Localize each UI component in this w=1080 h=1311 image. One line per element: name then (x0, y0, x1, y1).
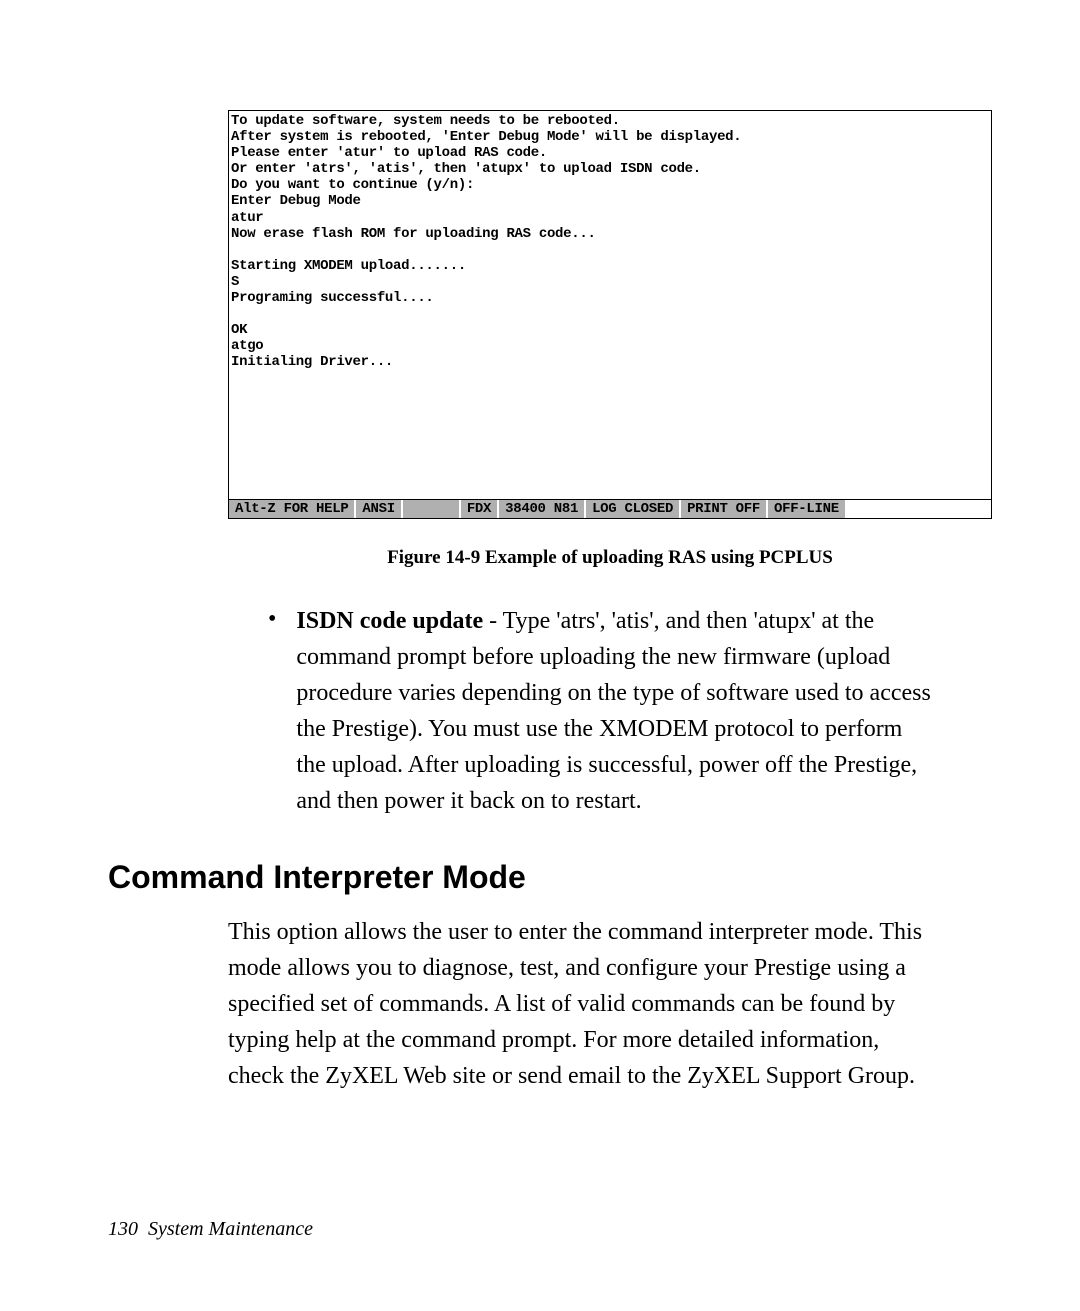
bullet-title: ISDN code update (296, 608, 483, 634)
terminal-output: To update software, system needs to be r… (229, 111, 991, 499)
body-paragraph: This option allows the user to enter the… (228, 914, 932, 1094)
bullet-item: • ISDN code update - Type 'atrs', 'atis'… (268, 603, 932, 819)
status-baud: 38400 N81 (499, 500, 586, 518)
figure-caption: Figure 14-9 Example of uploading RAS usi… (228, 547, 992, 569)
page-footer: 130 System Maintenance (108, 1218, 313, 1241)
terminal-window: To update software, system needs to be r… (228, 110, 992, 519)
bullet-dot-icon: • (268, 603, 276, 819)
footer-title: System Maintenance (148, 1218, 313, 1240)
terminal-status-bar: Alt-Z FOR HELP ANSI FDX 38400 N81 LOG CL… (229, 499, 991, 518)
section-heading: Command Interpreter Mode (108, 859, 992, 896)
status-fdx: FDX (461, 500, 499, 518)
bullet-body: - Type 'atrs', 'atis', and then 'atupx' … (296, 608, 930, 814)
bullet-text: ISDN code update - Type 'atrs', 'atis', … (296, 603, 932, 819)
status-print: PRINT OFF (681, 500, 768, 518)
page-number: 130 (108, 1218, 138, 1240)
status-ansi: ANSI (356, 500, 402, 518)
status-help: Alt-Z FOR HELP (229, 500, 356, 518)
status-log: LOG CLOSED (586, 500, 681, 518)
status-spacer (403, 500, 461, 518)
status-offline: OFF-LINE (768, 500, 845, 518)
